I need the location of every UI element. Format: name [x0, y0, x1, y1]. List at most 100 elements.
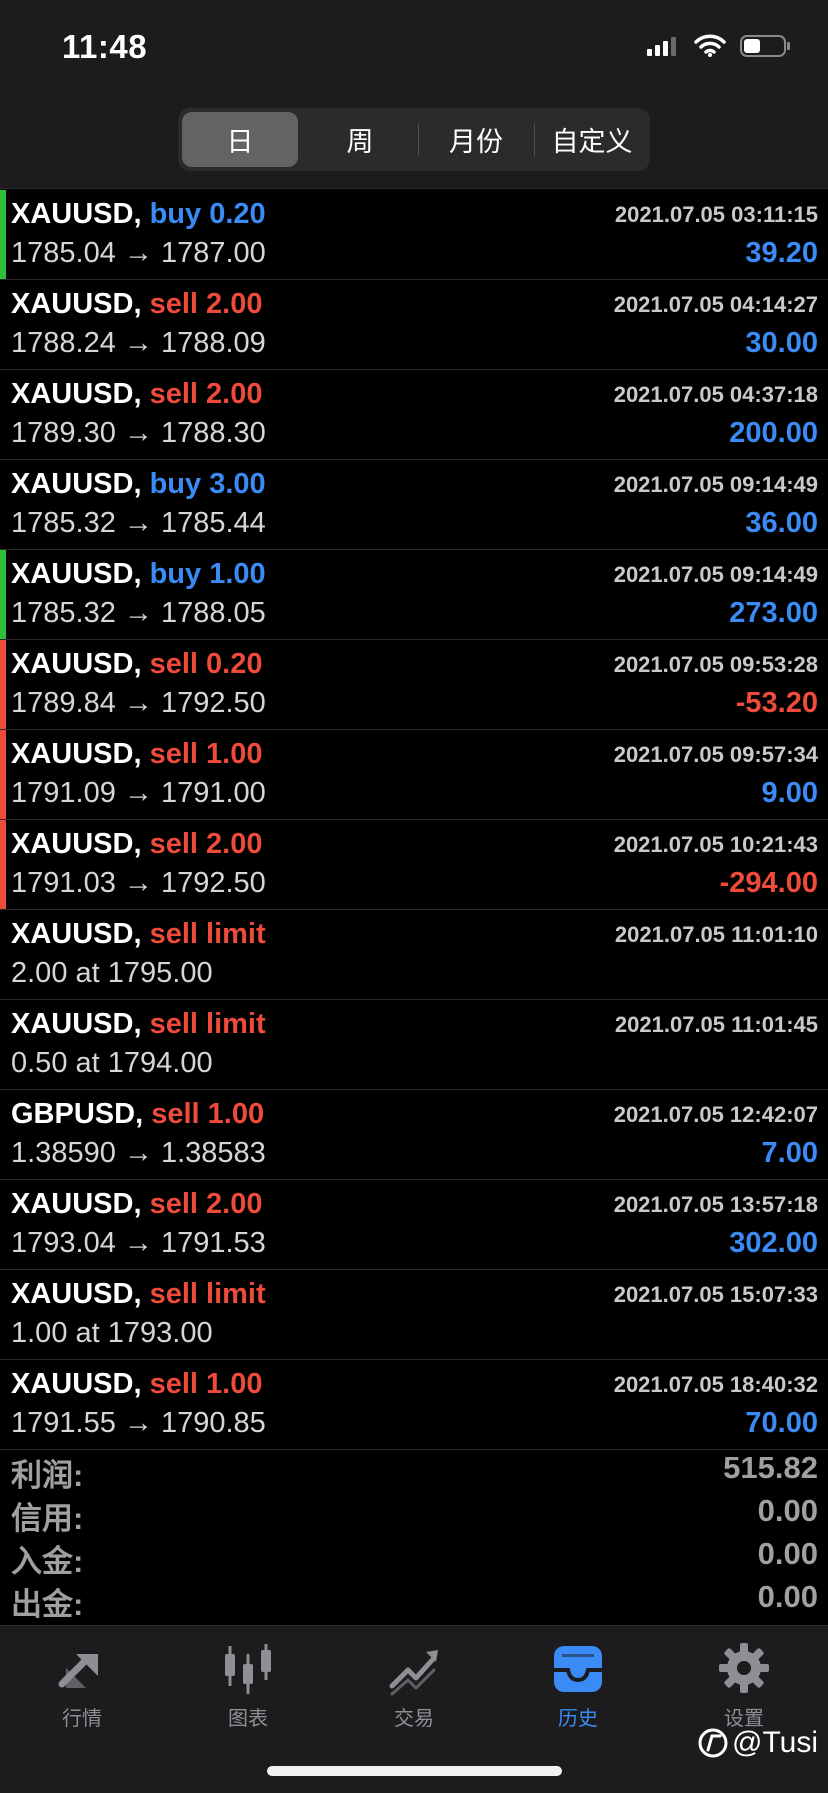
trade-action: buy 1.00 [149, 558, 266, 590]
trade-profit: 9.00 [761, 777, 818, 809]
trade-time: 2021.07.05 03:11:15 [614, 202, 818, 227]
history-inbox-icon [554, 1646, 602, 1692]
trade-profit: -294.00 [719, 867, 818, 899]
battery-icon [740, 35, 790, 57]
status-bar: 11:48 [0, 0, 828, 100]
segment-month[interactable]: 月份 [418, 108, 534, 171]
trade-title: XAUUSD, sell 1.00 [11, 738, 262, 771]
tab-trade[interactable]: 交易 [354, 1640, 474, 1731]
watermark: @Tusi [698, 1726, 818, 1760]
status-icons [646, 34, 792, 58]
tab-history[interactable]: 历史 [518, 1640, 638, 1731]
trade-title: XAUUSD, sell limit [11, 1008, 266, 1041]
trade-action: sell 2.00 [149, 378, 263, 410]
trade-profit: 36.00 [745, 507, 818, 539]
trade-title: XAUUSD, buy 3.00 [11, 468, 266, 501]
trade-profit: 39.20 [745, 237, 818, 269]
segment-day[interactable]: 日 [182, 112, 298, 167]
trade-time: 2021.07.05 11:01:45 [614, 1012, 818, 1037]
period-selector-area: 日 周 月份 自定义 [0, 100, 828, 189]
summary-value: 0.00 [757, 1536, 818, 1571]
trade-symbol: XAUUSD, [11, 1278, 142, 1310]
trade-title: XAUUSD, sell 2.00 [11, 288, 262, 321]
trade-row[interactable]: XAUUSD, buy 3.00 2021.07.05 09:14:49 178… [0, 460, 828, 550]
trade-title: XAUUSD, sell limit [11, 1278, 266, 1311]
trade-title: XAUUSD, sell 0.20 [11, 648, 262, 681]
segment-divider [534, 123, 535, 156]
trade-row[interactable]: XAUUSD, buy 0.20 2021.07.05 03:11:15 178… [0, 190, 828, 280]
tab-chart[interactable]: 图表 [188, 1640, 308, 1731]
trade-symbol: XAUUSD, [11, 828, 142, 860]
tab-chart-label: 图表 [228, 1708, 268, 1730]
wifi-icon [694, 34, 726, 57]
summary-label: 入金: [11, 1544, 84, 1579]
trade-marker [0, 1180, 6, 1269]
candlestick-chart-icon [225, 1644, 271, 1694]
trade-time: 2021.07.05 13:57:18 [613, 1192, 818, 1217]
trade-time: 2021.07.05 04:14:27 [613, 292, 818, 317]
trade-action: sell 0.20 [149, 648, 263, 680]
trade-prices: 0.50 at 1794.00 [11, 1047, 213, 1079]
segment-custom[interactable]: 自定义 [534, 108, 650, 171]
summary-row: 利润: 515.82 [0, 1450, 828, 1493]
trade-action: sell 1.00 [149, 738, 263, 770]
trade-profit: 302.00 [729, 1227, 818, 1259]
home-indicator[interactable] [267, 1766, 562, 1776]
trade-row[interactable]: XAUUSD, sell 2.00 2021.07.05 04:14:27 17… [0, 280, 828, 370]
trade-prices: 1.38590 → 1.38583 [11, 1137, 266, 1169]
trade-marker [0, 820, 6, 909]
trade-symbol: XAUUSD, [11, 558, 142, 590]
trade-symbol: XAUUSD, [11, 1008, 142, 1040]
trade-row[interactable]: XAUUSD, buy 1.00 2021.07.05 09:14:49 178… [0, 550, 828, 640]
trade-time: 2021.07.05 10:21:43 [613, 832, 818, 857]
summary-row: 出金: 0.00 [0, 1579, 828, 1622]
summary-value: 0.00 [757, 1493, 818, 1528]
segment-custom-label: 自定义 [551, 127, 633, 157]
trade-row[interactable]: XAUUSD, sell limit 2021.07.05 11:01:10 2… [0, 910, 828, 1000]
trade-prices: 1789.84 → 1792.50 [11, 687, 266, 719]
trade-row[interactable]: XAUUSD, sell limit 2021.07.05 11:01:45 0… [0, 1000, 828, 1090]
trade-action: sell limit [149, 1008, 266, 1040]
trade-time: 2021.07.05 15:07:33 [613, 1282, 818, 1307]
trade-prices: 1788.24 → 1788.09 [11, 327, 266, 359]
trade-marker [0, 1090, 6, 1179]
trade-time: 2021.07.05 18:40:32 [613, 1372, 818, 1397]
tab-settings[interactable]: 设置 [684, 1640, 804, 1731]
trade-row[interactable]: XAUUSD, sell 2.00 2021.07.05 13:57:18 17… [0, 1180, 828, 1270]
trade-history-list: XAUUSD, buy 0.20 2021.07.05 03:11:15 178… [0, 190, 828, 1450]
trade-row[interactable]: XAUUSD, sell 0.20 2021.07.05 09:53:28 17… [0, 640, 828, 730]
trade-title: GBPUSD, sell 1.00 [11, 1098, 264, 1131]
trade-marker [0, 1360, 6, 1449]
trade-row[interactable]: XAUUSD, sell 1.00 2021.07.05 18:40:32 17… [0, 1360, 828, 1450]
trade-title: XAUUSD, sell 2.00 [11, 378, 262, 411]
trade-marker [0, 550, 6, 639]
trade-row[interactable]: XAUUSD, sell 2.00 2021.07.05 04:37:18 17… [0, 370, 828, 460]
segment-week[interactable]: 周 [302, 108, 418, 171]
period-segmented-control: 日 周 月份 自定义 [178, 108, 650, 171]
trade-symbol: XAUUSD, [11, 1188, 142, 1220]
tab-trade-label: 交易 [394, 1708, 434, 1730]
tab-quotes-label: 行情 [62, 1708, 102, 1730]
summary-value: 515.82 [723, 1450, 818, 1485]
trade-prices: 1793.04 → 1791.53 [11, 1227, 266, 1259]
trade-action: sell limit [149, 1278, 266, 1310]
quotes-arrows-icon [58, 1654, 98, 1688]
trade-time: 2021.07.05 04:37:18 [613, 382, 818, 407]
tab-history-label: 历史 [558, 1708, 598, 1730]
trade-row[interactable]: XAUUSD, sell 2.00 2021.07.05 10:21:43 17… [0, 820, 828, 910]
trade-profit: 7.00 [761, 1137, 818, 1169]
trade-row[interactable]: XAUUSD, sell limit 2021.07.05 15:07:33 1… [0, 1270, 828, 1360]
trade-row[interactable]: GBPUSD, sell 1.00 2021.07.05 12:42:07 1.… [0, 1090, 828, 1180]
trade-symbol: XAUUSD, [11, 918, 142, 950]
trade-row[interactable]: XAUUSD, sell 1.00 2021.07.05 09:57:34 17… [0, 730, 828, 820]
trade-prices: 1785.04 → 1787.00 [11, 237, 266, 269]
trade-marker [0, 280, 6, 369]
watermark-logo-icon [698, 1728, 728, 1758]
segment-divider [418, 123, 419, 156]
tab-quotes[interactable]: 行情 [22, 1640, 142, 1731]
cellular-signal-icon [647, 37, 676, 56]
trade-marker [0, 910, 6, 999]
trade-symbol: XAUUSD, [11, 738, 142, 770]
trade-profit: 70.00 [745, 1407, 818, 1439]
trade-action: buy 3.00 [149, 468, 266, 500]
